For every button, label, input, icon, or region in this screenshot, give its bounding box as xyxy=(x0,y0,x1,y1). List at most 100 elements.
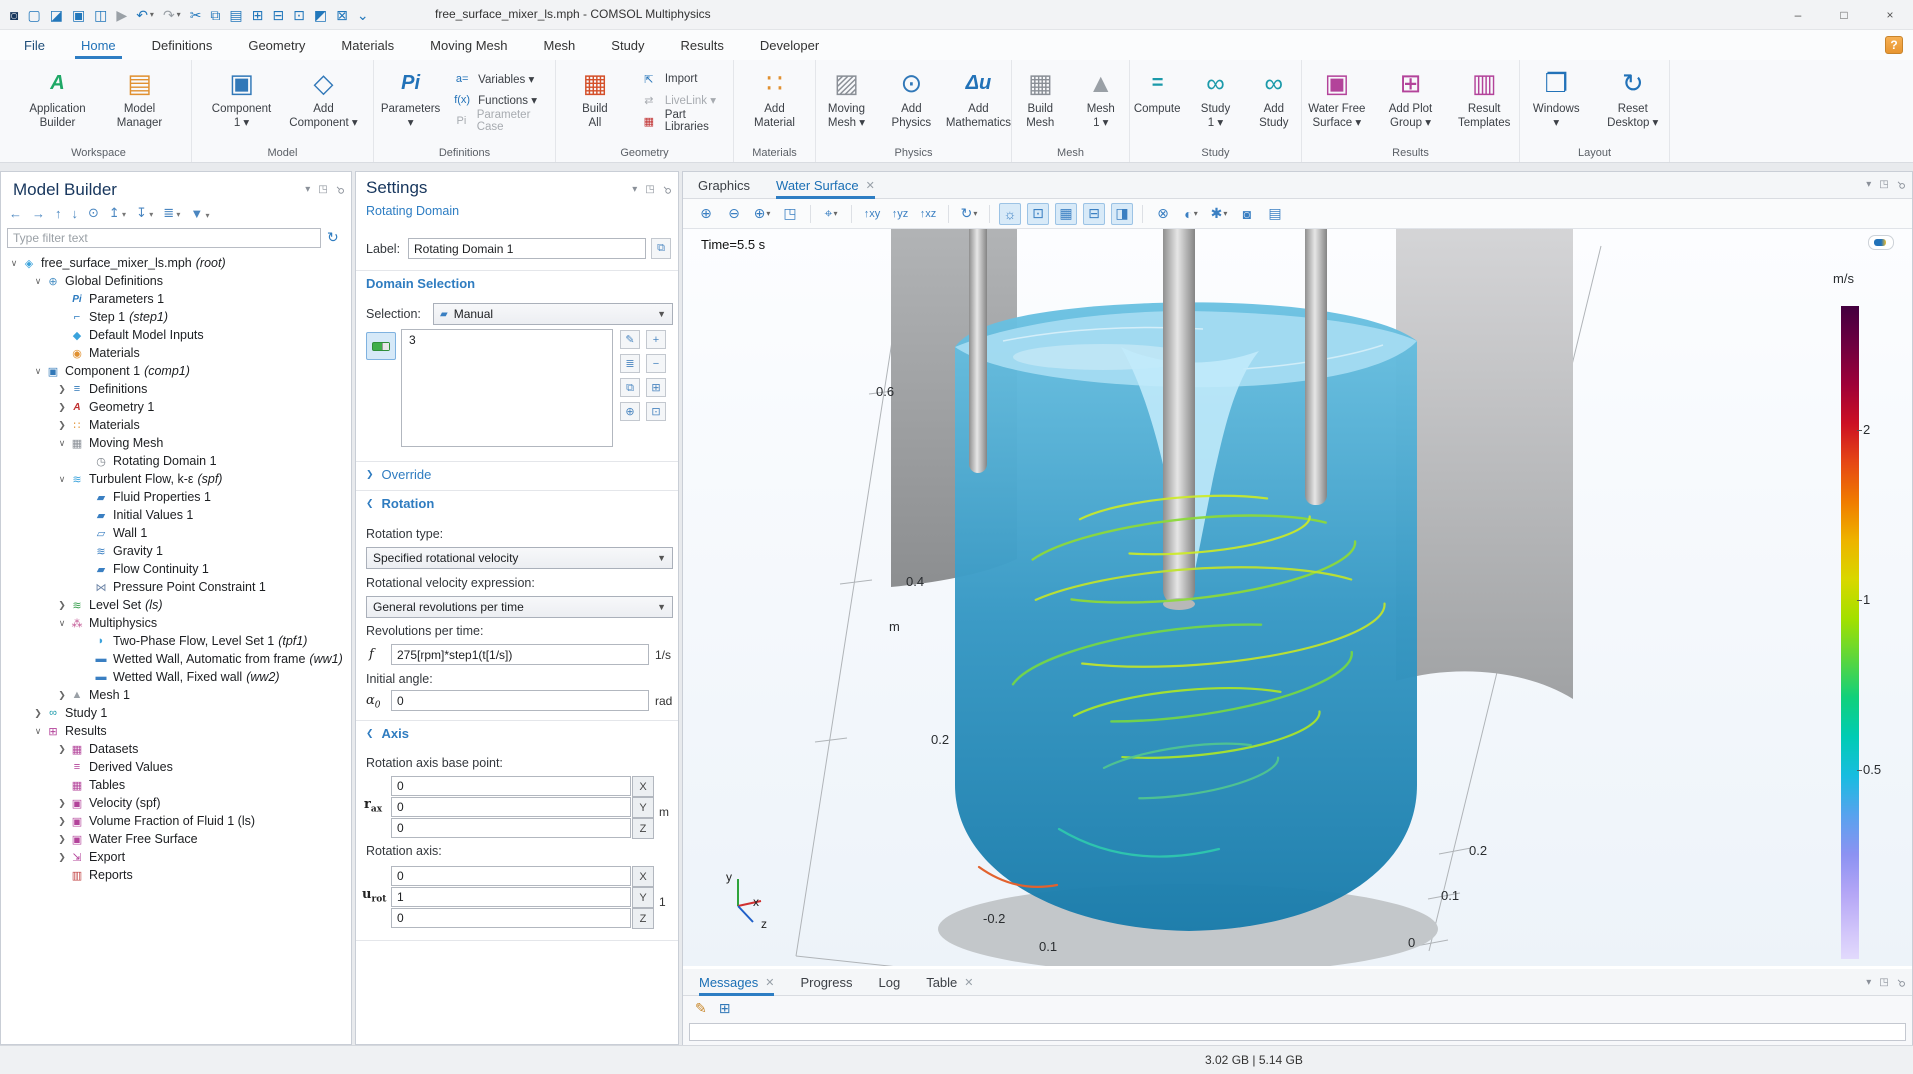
tree-item[interactable]: ❯≡Definitions xyxy=(1,380,350,398)
tree-item[interactable]: ∨⁂Multiphysics xyxy=(1,614,350,632)
run-icon[interactable]: ▶ xyxy=(116,8,127,22)
tree-item[interactable]: ∨≋Turbulent Flow, k-ε(spf) xyxy=(1,470,350,488)
chevron-down-icon[interactable]: ∨ xyxy=(33,366,43,377)
study-1-button[interactable]: ∞Study 1 ▾ xyxy=(1188,64,1242,131)
tree-item[interactable]: ❯▣Volume Fraction of Fluid 1 (ls) xyxy=(1,812,350,830)
scene-light-toggle[interactable]: ☼ xyxy=(999,203,1021,225)
tab-progress[interactable]: Progress xyxy=(800,969,852,996)
zoom-in-icon[interactable]: ⊕ xyxy=(695,203,717,225)
paste-icon[interactable]: ▤ xyxy=(229,8,242,22)
override-section-header[interactable]: ❯ Override xyxy=(366,467,431,482)
rotate-view-icon[interactable]: ↻▾ xyxy=(958,203,980,225)
model-tree-node-text-icon[interactable]: ≣ ▾ xyxy=(163,205,180,221)
zoom-out-icon[interactable]: ⊖ xyxy=(723,203,745,225)
copy-selection-icon[interactable]: ⧉ xyxy=(620,378,640,397)
tab-messages[interactable]: Messages✕ xyxy=(699,969,774,996)
chevron-down-icon[interactable]: ∨ xyxy=(57,438,67,449)
material-sweep-icon[interactable]: ◩ xyxy=(314,8,327,22)
reset-desktop-button[interactable]: ↻Reset Desktop ▾ xyxy=(1597,64,1670,131)
new-file-icon[interactable]: ▢ xyxy=(27,8,40,22)
material-rendering-toggle[interactable]: ⊡ xyxy=(1027,203,1049,225)
view-yz-icon[interactable]: ↑yz xyxy=(889,203,911,225)
messages-input[interactable] xyxy=(689,1023,1906,1041)
select-box-icon[interactable]: ⊡ xyxy=(646,402,666,421)
menu-file[interactable]: File xyxy=(22,32,47,59)
mesh-1-button[interactable]: ▲Mesh 1 ▾ xyxy=(1073,64,1130,131)
selection-list-item[interactable]: 3 xyxy=(409,333,605,347)
windows-button[interactable]: ❐Windows ▾ xyxy=(1520,64,1593,131)
tree-item[interactable]: ▰Initial Values 1 xyxy=(1,506,350,524)
chevron-right-icon[interactable]: ❯ xyxy=(57,744,67,755)
chevron-right-icon[interactable]: ❯ xyxy=(57,816,67,827)
functions-button[interactable]: f(x)Functions ▾ xyxy=(451,91,555,109)
close-icon[interactable]: ✕ xyxy=(866,179,875,192)
selection-dropdown[interactable]: ▰ Manual ▼ xyxy=(433,303,673,325)
add-plot-group-button[interactable]: ⊞Add Plot Group ▾ xyxy=(1376,64,1446,131)
rve-dropdown[interactable]: General revolutions per time ▼ xyxy=(366,596,673,618)
create-selection-icon[interactable]: ✎ xyxy=(620,330,640,349)
tree-item[interactable]: ▰Flow Continuity 1 xyxy=(1,560,350,578)
chevron-down-icon[interactable]: ∨ xyxy=(57,474,67,485)
maximize-button[interactable]: □ xyxy=(1821,0,1867,30)
chevron-right-icon[interactable]: ❯ xyxy=(57,690,67,701)
cut-icon[interactable]: ✂ xyxy=(190,8,202,22)
panel-menu-icon[interactable]: ▾ xyxy=(632,184,637,195)
go-to-default-view-icon[interactable]: ⌖▾ xyxy=(820,203,842,225)
menu-study[interactable]: Study xyxy=(609,32,646,59)
minimize-button[interactable]: – xyxy=(1775,0,1821,30)
model-manager-button[interactable]: ▤Model Manager xyxy=(101,64,179,131)
chevron-right-icon[interactable]: ❯ xyxy=(33,708,43,719)
image-snapshot-icon[interactable]: ◙ xyxy=(1236,203,1258,225)
import-button[interactable]: ⇱Import xyxy=(638,70,733,88)
save-to-server-icon[interactable]: ◫ xyxy=(94,8,107,22)
tree-item[interactable]: ∨⊕Global Definitions xyxy=(1,272,350,290)
help-button[interactable]: ? xyxy=(1885,36,1903,54)
close-icon[interactable]: ✕ xyxy=(765,976,774,989)
remove-from-selection-icon[interactable]: − xyxy=(646,354,666,373)
show-axes-toggle[interactable]: ⊟ xyxy=(1083,203,1105,225)
zoom-extents-icon[interactable]: ◳ xyxy=(779,203,801,225)
tree-item[interactable]: ≋Gravity 1 xyxy=(1,542,350,560)
tree-item[interactable]: ⌐Step 1(step1) xyxy=(1,308,350,326)
show-icon[interactable]: ⊙ xyxy=(88,205,99,221)
angle-input[interactable] xyxy=(391,690,649,711)
app-logo[interactable]: ◙ xyxy=(10,8,18,22)
add-mathematics-button[interactable]: ΔuAdd Mathematics xyxy=(946,64,1011,131)
delete-icon[interactable]: ⊟ xyxy=(272,8,284,22)
tree-item[interactable]: ◆Default Model Inputs xyxy=(1,326,350,344)
rename-button[interactable]: ⧉ xyxy=(651,238,671,259)
tab-water-surface[interactable]: Water Surface✕ xyxy=(776,172,875,199)
tree-item[interactable]: ∨▣Component 1(comp1) xyxy=(1,362,350,380)
chevron-right-icon[interactable]: ❯ xyxy=(57,852,67,863)
tree-item[interactable]: ❯⇲Export xyxy=(1,848,350,866)
chevron-right-icon[interactable]: ❯ xyxy=(57,798,67,809)
chevron-right-icon[interactable]: ❯ xyxy=(57,834,67,845)
panel-float-icon[interactable]: ◳ xyxy=(318,184,327,195)
environment-icon[interactable]: ✱▾ xyxy=(1208,203,1230,225)
tree-item[interactable]: ❯▣Velocity (spf) xyxy=(1,794,350,812)
menu-geometry[interactable]: Geometry xyxy=(246,32,307,59)
menu-developer[interactable]: Developer xyxy=(758,32,821,59)
save-icon[interactable]: ▣ xyxy=(72,8,85,22)
tree-item[interactable]: ❯∷Materials xyxy=(1,416,350,434)
tree-item[interactable]: ▰Fluid Properties 1 xyxy=(1,488,350,506)
duplicate-icon[interactable]: ⊞ xyxy=(252,8,264,22)
menu-mesh[interactable]: Mesh xyxy=(541,32,577,59)
add-study-button[interactable]: ∞Add Study xyxy=(1247,64,1301,131)
menu-materials[interactable]: Materials xyxy=(339,32,396,59)
panel-pin-icon[interactable]: ⚲ xyxy=(660,183,673,196)
panel-pin-icon[interactable]: ⚲ xyxy=(333,183,346,196)
print-icon[interactable]: ▤ xyxy=(1264,203,1286,225)
chevron-right-icon[interactable]: ❯ xyxy=(57,600,67,611)
filter-icon[interactable]: ▼ ▾ xyxy=(190,206,209,221)
menu-results[interactable]: Results xyxy=(679,32,726,59)
tree-item[interactable]: ∨▦Moving Mesh xyxy=(1,434,350,452)
panel-float-icon[interactable]: ◳ xyxy=(1879,179,1888,190)
parameters-button[interactable]: PiParameters ▾ xyxy=(374,64,447,131)
open-file-icon[interactable]: ◪ xyxy=(50,8,63,22)
lock-camera-icon[interactable]: ⊗ xyxy=(1152,203,1174,225)
moving-mesh-button[interactable]: ▨Moving Mesh ▾ xyxy=(816,64,877,131)
menu-definitions[interactable]: Definitions xyxy=(150,32,215,59)
variables-button[interactable]: a=Variables ▾ xyxy=(451,70,555,88)
compute-button[interactable]: =Compute xyxy=(1130,64,1184,131)
